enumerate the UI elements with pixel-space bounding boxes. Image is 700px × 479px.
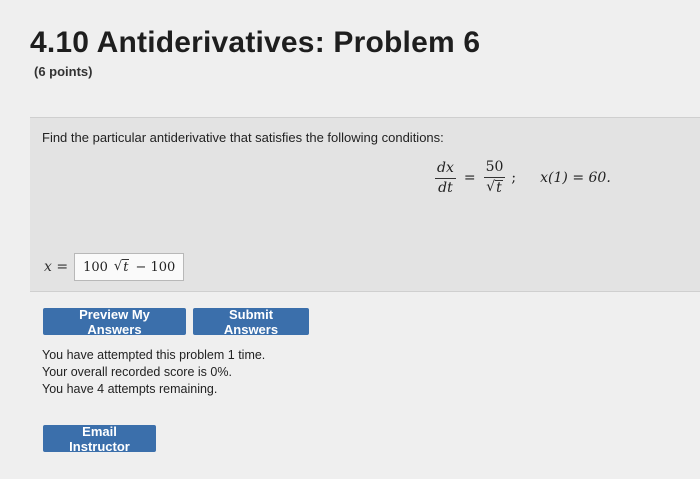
rhs-fraction: 50 √ t: [483, 159, 506, 197]
attempt-status: You have attempted this problem 1 time. …: [42, 347, 265, 398]
status-attempts: You have attempted this problem 1 time.: [42, 348, 266, 362]
derivative-numerator: dx: [435, 160, 456, 179]
rhs-denominator: √ t: [486, 178, 503, 196]
equals-sign: =: [463, 170, 476, 187]
answer-coefficient: 100: [83, 259, 108, 275]
status-score: Your overall recorded score is 0%.: [42, 365, 232, 379]
preview-answers-button[interactable]: Preview My Answers: [43, 307, 186, 337]
initial-condition: x(1) = 60.: [540, 170, 611, 187]
derivative-denominator: dt: [438, 179, 453, 196]
points-label: (6 points): [34, 64, 93, 79]
answer-label: x =: [44, 259, 69, 275]
email-instructor-button[interactable]: Email Instructor: [43, 424, 156, 454]
problem-box: Find the particular antiderivative that …: [30, 117, 700, 292]
answer-tail: − 100: [135, 259, 176, 275]
answer-radicand: t: [122, 259, 130, 275]
sqrt-radicand: t: [495, 180, 503, 197]
submit-answers-button[interactable]: Submit Answers: [193, 307, 309, 337]
answer-row: x = 100 √ t − 100: [44, 253, 185, 281]
rhs-numerator: 50: [483, 159, 506, 179]
status-remaining: You have 4 attempts remaining.: [42, 382, 218, 396]
answer-input[interactable]: 100 √ t − 100: [74, 253, 185, 281]
derivative-fraction: dx dt: [435, 160, 456, 197]
equation: dx dt = 50 √ t ; x(1) = 60.: [435, 159, 611, 197]
page-title: 4.10 Antiderivatives: Problem 6: [30, 26, 481, 59]
sqrt-symbol: √ t: [486, 179, 503, 197]
answer-sqrt: √ t: [113, 259, 130, 275]
problem-prompt: Find the particular antiderivative that …: [42, 130, 444, 145]
equation-separator: ;: [511, 170, 517, 187]
